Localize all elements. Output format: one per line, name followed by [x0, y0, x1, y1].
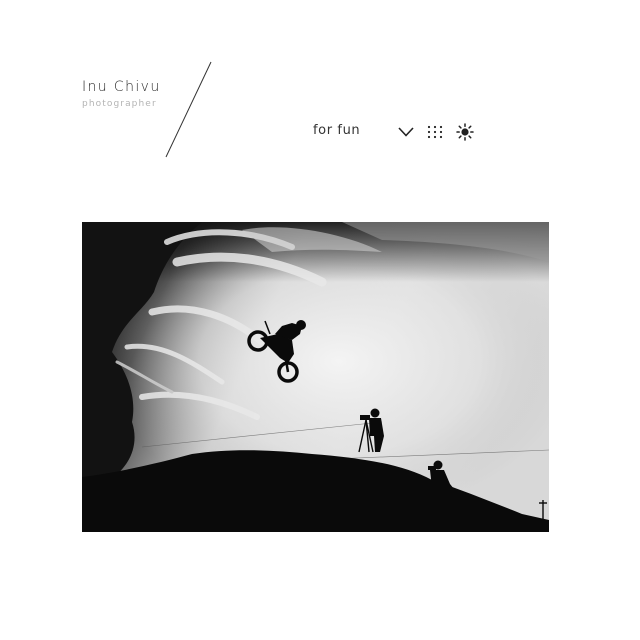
chevron-down-icon — [398, 127, 414, 137]
brand-tagline: photographer — [82, 99, 157, 109]
nav-current-category[interactable]: for fun — [313, 123, 360, 138]
grid-dots-icon — [427, 125, 443, 139]
brand-name-link[interactable]: Inu Chivu — [82, 78, 161, 96]
brand-divider-slash — [165, 61, 212, 158]
photo-image — [82, 222, 549, 532]
gallery-grid-button[interactable] — [425, 122, 445, 142]
page: Inu Chivu photographer for fun — [0, 0, 640, 640]
featured-photo[interactable] — [82, 222, 549, 532]
theme-toggle-button[interactable] — [455, 122, 475, 142]
sun-icon — [456, 123, 474, 141]
brand: Inu Chivu photographer — [82, 78, 161, 110]
category-dropdown-button[interactable] — [396, 122, 416, 142]
